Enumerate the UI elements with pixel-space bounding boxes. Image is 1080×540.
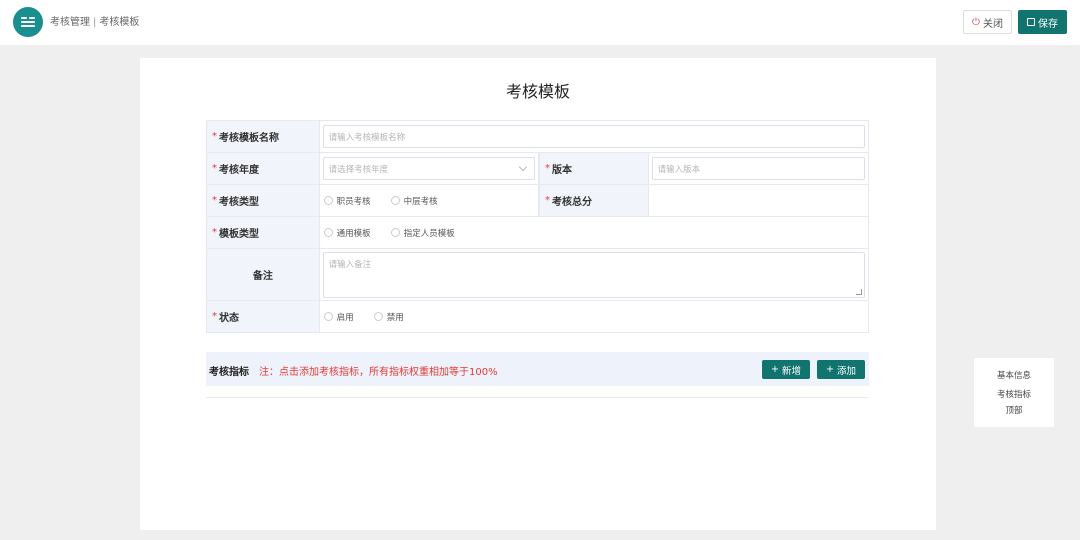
breadcrumb-module[interactable]: 考核管理 [50,17,90,28]
radio-icon [373,312,383,321]
form-row-remark: 备注 请输入备注 [207,249,868,301]
year-label: * 考核年度 [207,153,320,184]
status-label: * 状态 [207,301,320,332]
year-cell: 请选择考核年度 [320,153,539,184]
template-name-label: * 考核模板名称 [207,121,320,152]
form-row-year: * 考核年度 请选择考核年度 * 版本 请输入版本 [207,153,868,185]
plus-icon: + [771,364,779,375]
status-option-disabled[interactable]: 禁用 [373,311,404,323]
remark-cell: 请输入备注 [320,249,868,300]
required-mark: * [212,227,217,238]
indicator-note: 注：点击添加考核指标，所有指标权重相加等于100% [259,367,498,378]
close-button[interactable]: ⏻ 关闭 [963,10,1012,34]
anchor-basic-info[interactable]: 基本信息 [974,369,1054,381]
indicator-section-header: 考核指标 注：点击添加考核指标，所有指标权重相加等于100% + 新增 + 添加 [206,352,869,386]
required-mark: * [212,195,217,206]
year-select[interactable]: 请选择考核年度 [322,157,535,180]
breadcrumb-separator: | [93,17,97,28]
year-select-placeholder: 请选择考核年度 [328,164,389,175]
assess-type-option-staff[interactable]: 职员考核 [323,195,371,207]
form-row-template-type: * 模板类型 通用模板 指定人员模板 [207,217,868,249]
radio-icon [390,228,400,237]
radio-icon [323,196,333,205]
power-icon: ⏻ [972,16,980,28]
add-indicator-button[interactable]: + 添加 [817,360,865,379]
template-type-option-general[interactable]: 通用模板 [323,227,371,239]
new-indicator-button[interactable]: + 新增 [762,360,810,379]
indicator-divider [206,397,869,398]
required-mark: * [544,163,550,174]
top-bar: 考核管理 | 考核模板 ⏻ 关闭 保存 [0,0,1080,45]
radio-label: 中层考核 [403,196,438,207]
template-name-input[interactable]: 请输入考核模板名称 [322,125,865,148]
version-cell: 请输入版本 [649,153,868,184]
save-button-label: 保存 [1038,18,1058,30]
template-type-radio-group: 通用模板 指定人员模板 [320,217,868,248]
close-button-label: 关闭 [982,18,1003,30]
radio-label: 启用 [336,312,354,323]
assess-type-radio-group: 职员考核 中层考核 [320,185,539,216]
anchor-nav: 基本信息 考核指标 顶部 [974,358,1054,427]
resize-handle-icon[interactable] [856,288,862,295]
radio-icon [323,312,333,321]
template-name-label-text: 考核模板名称 [219,133,279,144]
status-radio-group: 启用 禁用 [320,301,868,332]
radio-label: 职员考核 [336,196,371,207]
plus-icon: + [826,364,834,375]
total-score-label-text: 考核总分 [551,197,592,208]
required-mark: * [212,311,217,322]
remark-label: 备注 [207,249,320,300]
chevron-down-icon [518,162,528,172]
total-score-label: * 考核总分 [538,185,649,216]
new-indicator-label: 新增 [781,365,801,377]
radio-label: 禁用 [386,312,404,323]
floppy-disk-icon [1027,18,1035,26]
template-form-card: 考核模板 * 考核模板名称 请输入考核模板名称 * 考核年度 请选择考核年度 * 版本… [140,58,936,530]
assess-type-label: * 考核类型 [207,185,320,216]
breadcrumb-page: 考核模板 [99,17,140,28]
version-label-text: 版本 [551,165,572,176]
version-input[interactable]: 请输入版本 [651,157,865,180]
anchor-top[interactable]: 顶部 [974,404,1054,416]
radio-icon [390,196,400,205]
template-type-option-specified[interactable]: 指定人员模板 [390,227,455,239]
radio-label: 通用模板 [336,228,371,239]
add-indicator-label: 添加 [836,365,856,377]
template-type-label-text: 模板类型 [219,229,259,240]
remark-textarea[interactable]: 请输入备注 [322,251,865,298]
basic-info-form: * 考核模板名称 请输入考核模板名称 * 考核年度 请选择考核年度 * 版本 请输入版… [206,120,869,333]
status-label-text: 状态 [219,313,239,324]
assess-type-label-text: 考核类型 [219,197,259,208]
save-button[interactable]: 保存 [1018,10,1067,34]
form-row-status: * 状态 启用 禁用 [207,301,868,332]
assess-type-option-middle[interactable]: 中层考核 [390,195,438,207]
status-option-enabled[interactable]: 启用 [323,311,354,323]
total-score-value [649,185,868,216]
form-row-type: * 考核类型 职员考核 中层考核 * 考核总分 [207,185,868,217]
year-label-text: 考核年度 [219,165,259,176]
indicator-title: 考核指标 [209,367,249,378]
required-mark: * [544,195,550,206]
radio-label: 指定人员模板 [403,228,455,239]
anchor-indicators[interactable]: 考核指标 [974,388,1054,400]
template-name-cell: 请输入考核模板名称 [320,121,868,152]
template-type-label: * 模板类型 [207,217,320,248]
radio-icon [323,228,333,237]
required-mark: * [212,163,217,174]
version-label: * 版本 [538,153,649,184]
page-title: 考核模板 [505,82,570,101]
form-row-name: * 考核模板名称 请输入考核模板名称 [207,121,868,153]
remark-placeholder: 请输入备注 [328,259,372,270]
breadcrumb: 考核管理 | 考核模板 [50,13,139,28]
required-mark: * [212,131,217,142]
app-logo-icon[interactable] [13,7,43,37]
